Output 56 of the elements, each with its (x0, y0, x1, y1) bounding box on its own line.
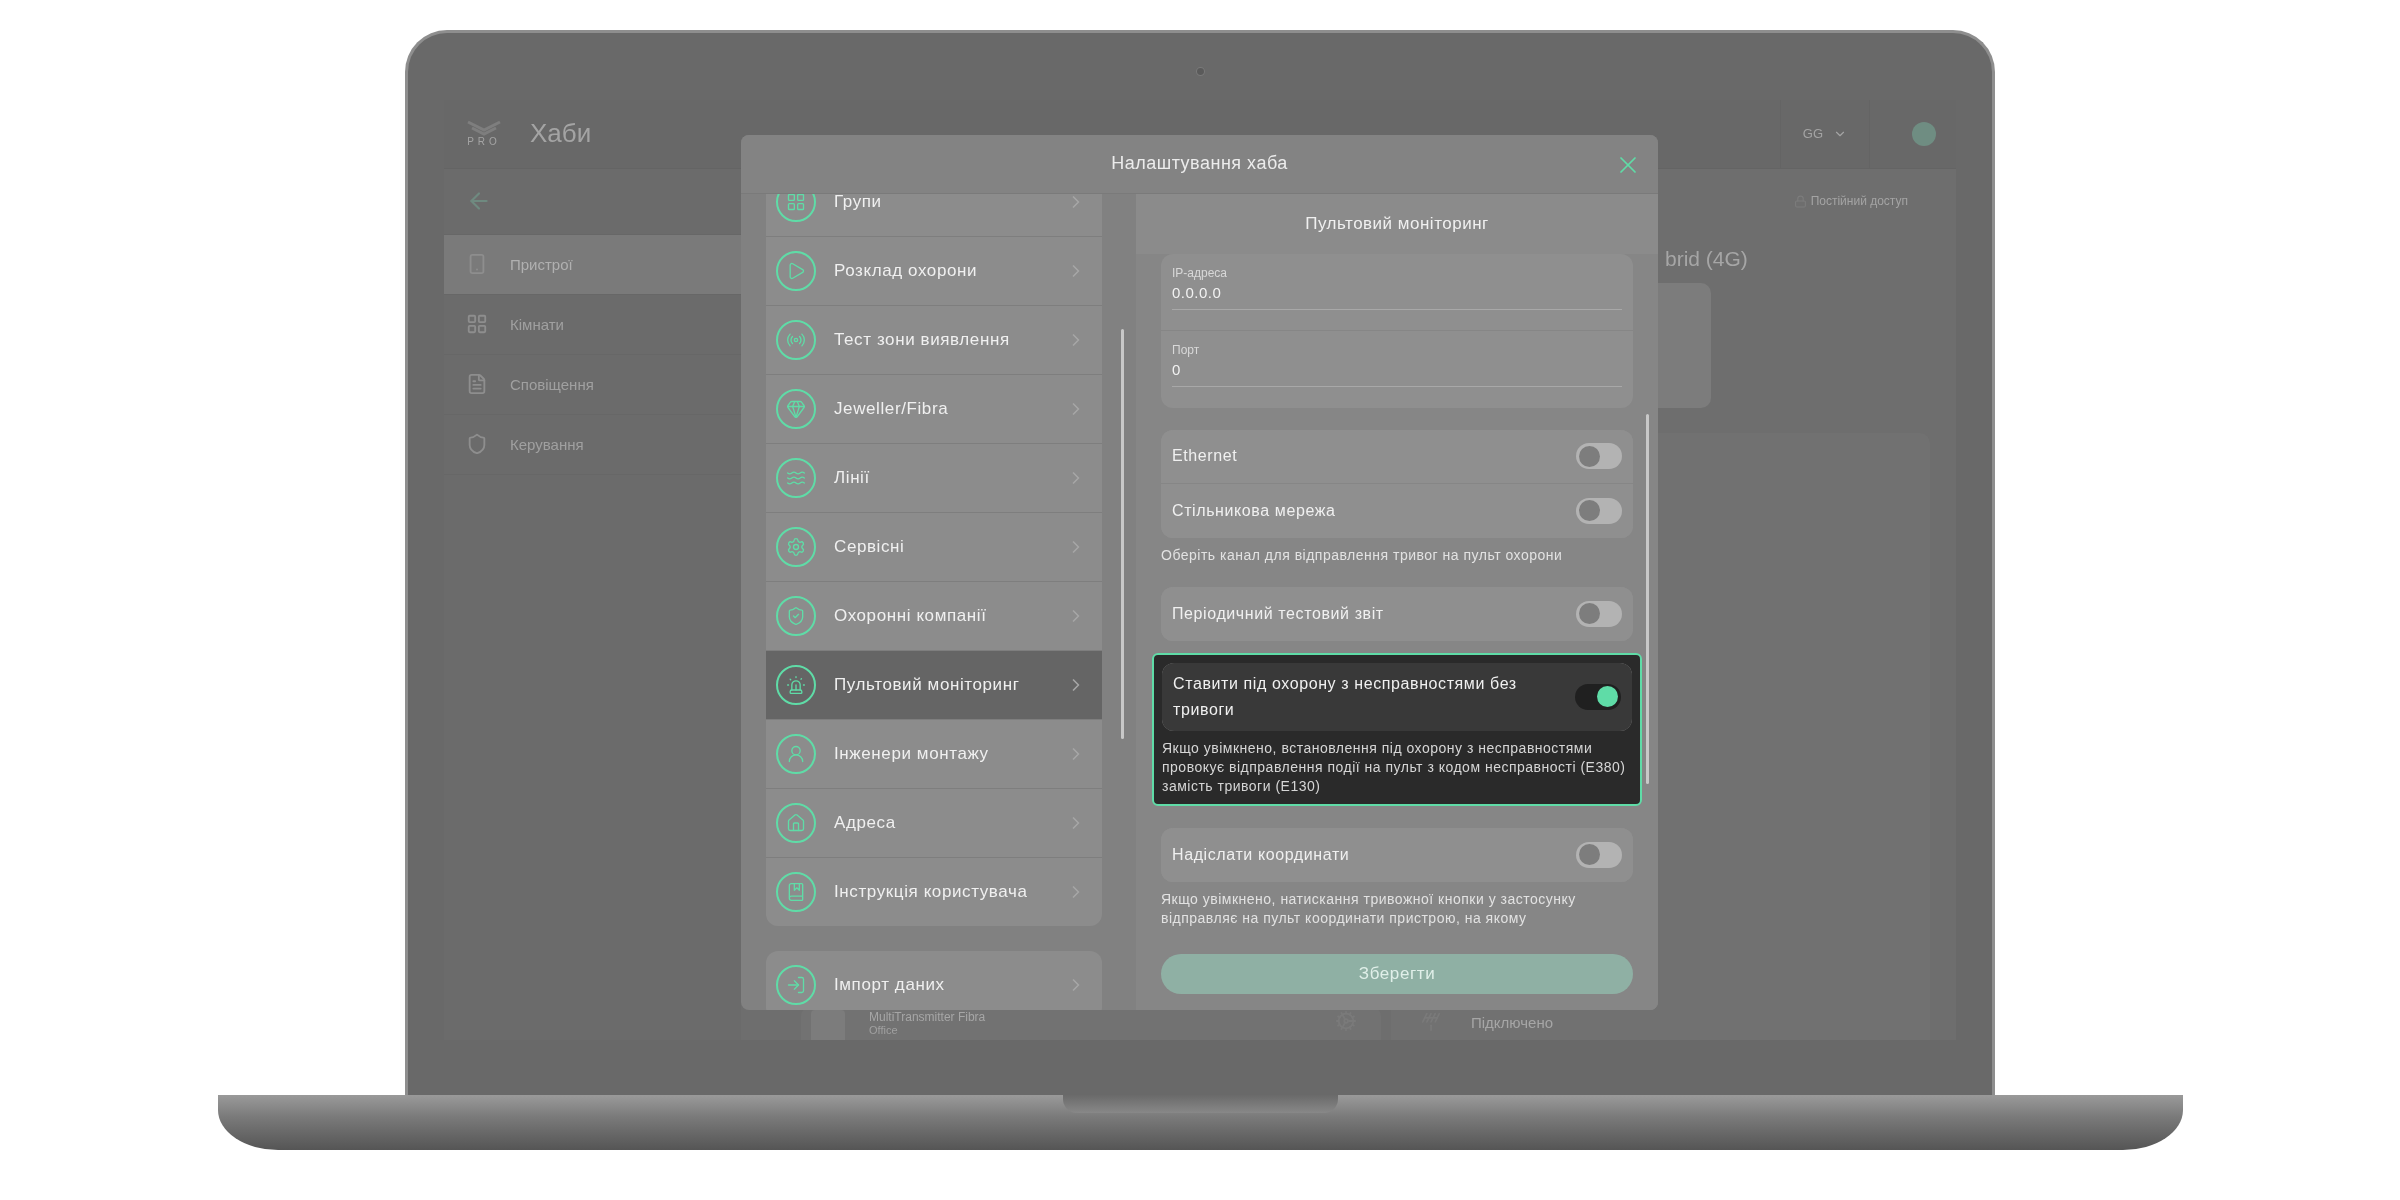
setting-label: Періодичний тестовий звіт (1172, 604, 1385, 624)
menu-item[interactable]: Інженери монтажу (766, 720, 1102, 789)
toggle-switch[interactable] (1576, 601, 1622, 627)
gem-icon (776, 389, 816, 429)
toggle-switch[interactable] (1576, 842, 1622, 868)
field-label: IP-адреса (1172, 266, 1229, 280)
waves-icon (776, 458, 816, 498)
rooms-icon (466, 313, 488, 336)
hub-name: brid (4G) (1665, 247, 1749, 271)
input-field[interactable]: 0 (1172, 357, 1622, 378)
toggle-switch[interactable] (1576, 443, 1622, 470)
menu-item[interactable]: Тест зони виявлення (766, 306, 1102, 375)
setting-label: Надіслати координати (1172, 845, 1351, 865)
hint-text: Оберіть канал для відправлення тривог на пульт охорони (1161, 546, 1564, 565)
settings-icon (776, 527, 816, 567)
setting-label: Стільникова мережа (1172, 501, 1337, 521)
camera-icon (1195, 67, 1205, 76)
user-icon (776, 734, 816, 774)
groups-icon (776, 194, 816, 222)
setting-label: Ставити під охорону з несправностями без тривоги (1173, 674, 1518, 720)
device-thumbnail (811, 1010, 845, 1040)
menu-item[interactable]: Розклад охорони (766, 237, 1102, 306)
menu-item[interactable]: Сервісні (766, 513, 1102, 582)
import-icon (776, 965, 816, 1005)
menu-item[interactable]: Групи (766, 194, 1102, 237)
save-button[interactable]: Зберегти (1161, 954, 1633, 994)
shield-icon (466, 433, 488, 456)
avatar[interactable] (1912, 122, 1936, 146)
scrollbar[interactable] (1646, 414, 1649, 784)
panel-title: Пультовий моніторинг (1305, 214, 1489, 234)
menu-item[interactable]: Пультовий моніторинг (766, 651, 1102, 720)
house-icon (776, 803, 816, 843)
hint-text: Якщо увімкнено, натискання тривожної кнопки у застосунку відправляє на пульт координати пристрою, на якому (1161, 890, 1577, 928)
hint-text: Якщо увімкнено, встановлення під охорону з несправностями провокує відправлення події на пульт з кодом несправності (E380) замість тривоги (E130) (1162, 739, 1627, 796)
scrollbar[interactable] (1121, 329, 1124, 739)
input-field[interactable]: 0.0.0.0 (1172, 280, 1622, 301)
field-label: Порт (1172, 343, 1201, 357)
menu-item[interactable]: Адреса (766, 789, 1102, 858)
toggle-switch[interactable] (1576, 498, 1622, 524)
setting-label: Ethernet (1172, 446, 1239, 467)
shield-icon (776, 596, 816, 636)
menu-item[interactable]: Інструкція користувача (766, 858, 1102, 926)
siren-icon (776, 665, 816, 705)
menu-item[interactable]: Jeweller/Fibra (766, 375, 1102, 444)
logo-text: PRO (467, 136, 501, 148)
page-title: Хаби (530, 118, 592, 150)
radio-icon (776, 320, 816, 360)
menu-item[interactable]: Лінії (766, 444, 1102, 513)
account-selector[interactable]: GG (1779, 100, 1870, 168)
play-icon (776, 251, 816, 291)
menu-item[interactable]: Імпорт даних (766, 951, 1102, 1010)
book-icon (776, 872, 816, 912)
toggle-switch[interactable] (1575, 684, 1621, 710)
menu-item[interactable]: Охоронні компанії (766, 582, 1102, 651)
list-icon (466, 373, 488, 396)
dialog-title: Налаштування хаба (1111, 153, 1288, 175)
